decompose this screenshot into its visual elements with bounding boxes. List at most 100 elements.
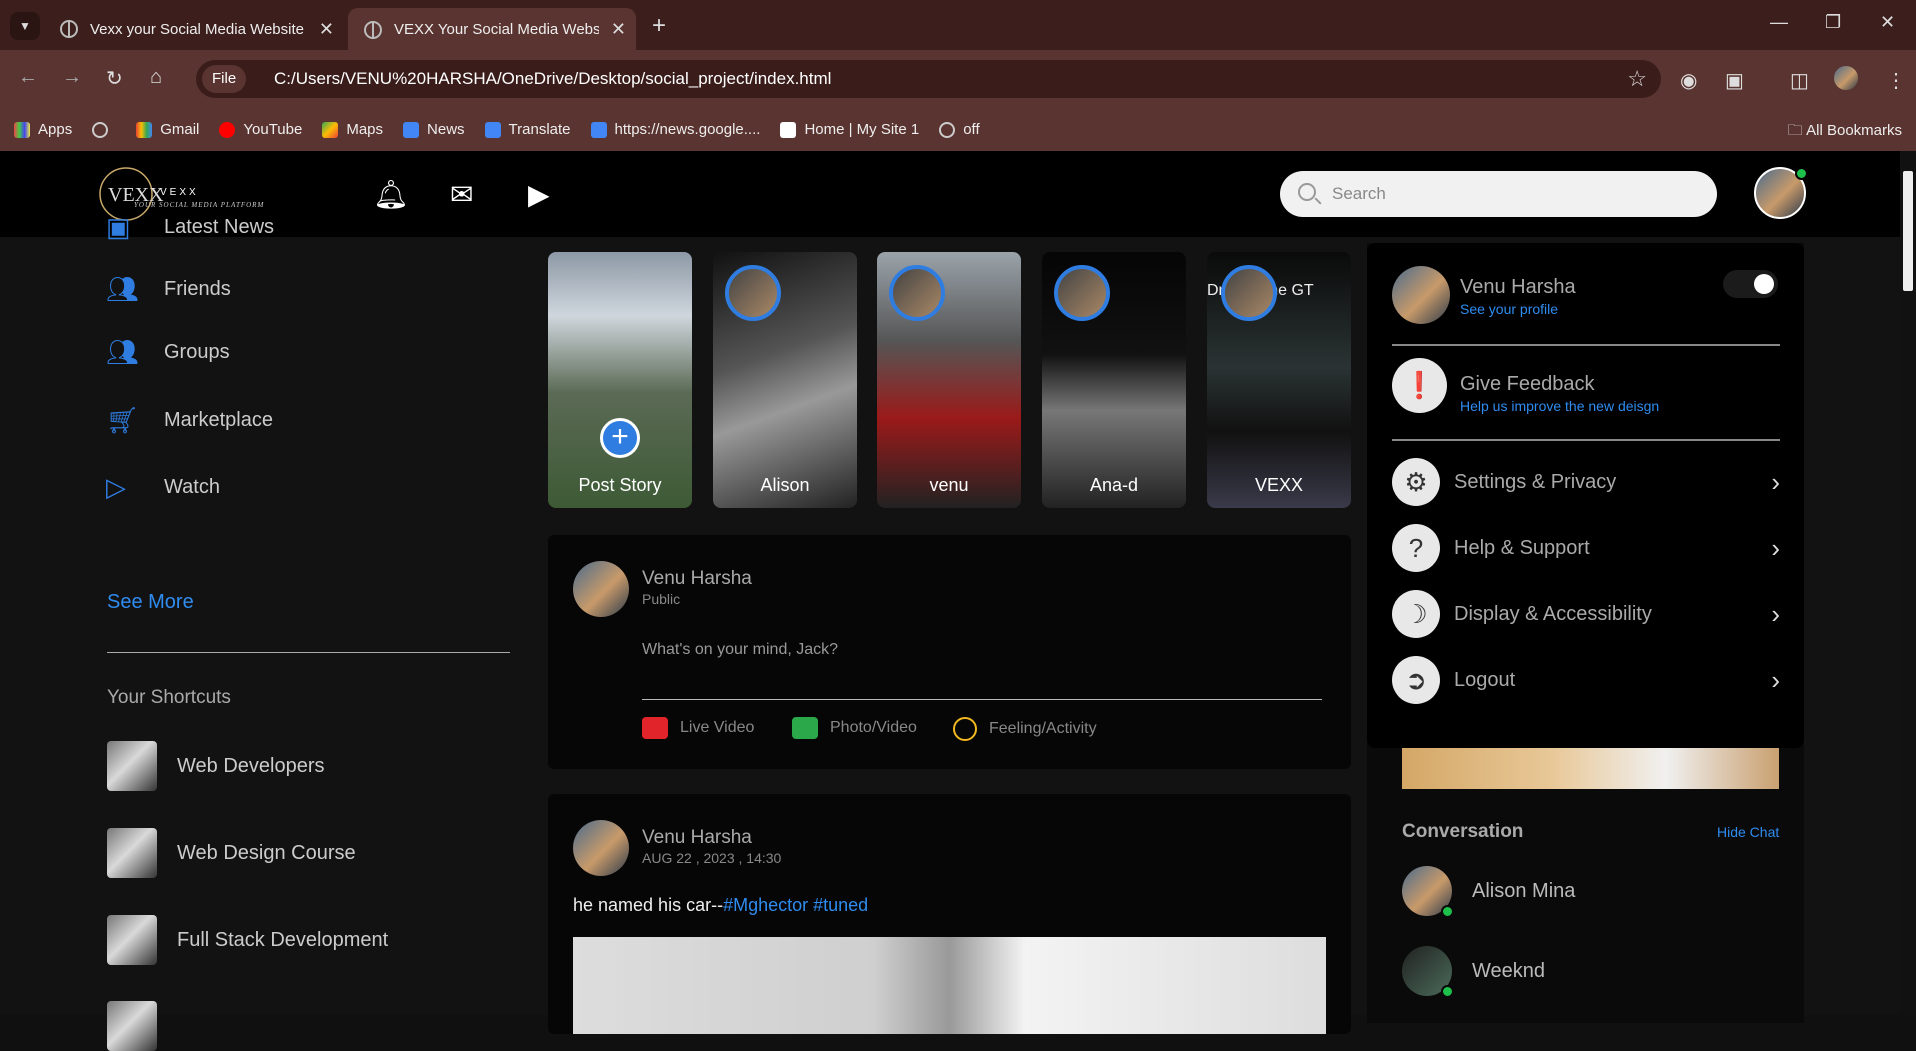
see-profile-link[interactable]: See your profile — [1460, 301, 1558, 317]
avatar[interactable] — [1392, 266, 1450, 324]
file-chip[interactable]: File — [202, 65, 247, 93]
news-icon: ▣ — [106, 212, 131, 242]
shortcut-thumbnail — [107, 1001, 157, 1051]
bookmark-google-news[interactable]: https://news.google.... — [590, 121, 760, 138]
story-alison[interactable]: Alison — [713, 252, 857, 508]
avatar[interactable] — [573, 561, 629, 617]
bookmark-translate[interactable]: Translate — [484, 121, 571, 138]
avatar — [1402, 946, 1454, 998]
profile-avatar[interactable] — [1754, 167, 1808, 219]
sidebar-item-marketplace[interactable]: 🛒︎ Marketplace — [106, 406, 273, 434]
side-panel-icon[interactable]: ◫ — [1790, 68, 1809, 93]
close-tab-icon[interactable]: ✕ — [319, 19, 334, 40]
story-venu[interactable]: venu — [877, 252, 1021, 508]
search-input[interactable]: Search — [1280, 171, 1717, 217]
post-image[interactable] — [573, 937, 1326, 1034]
globe-icon — [364, 20, 382, 39]
story-avatar — [1054, 265, 1110, 321]
close-window-button[interactable]: ✕ — [1880, 12, 1895, 33]
extensions-icon[interactable]: ▣ — [1725, 68, 1744, 93]
live-video-button[interactable]: Live Video — [642, 717, 754, 739]
watch-icon: ▷ — [106, 472, 126, 502]
search-icon — [1298, 183, 1316, 201]
sidebar-item-friends[interactable]: 👥︎ Friends — [106, 275, 231, 303]
forward-icon[interactable]: → — [62, 66, 82, 89]
story-post[interactable]: + Post Story — [548, 252, 692, 508]
photo-video-button[interactable]: Photo/Video — [792, 717, 917, 739]
notifications-bell-icon[interactable]: 🔔︎ — [373, 178, 409, 211]
display-accessibility-item[interactable]: ☽ Display & Accessibility › — [1392, 589, 1780, 639]
sidebar-item-groups[interactable]: 👥︎ Groups — [106, 338, 230, 366]
back-icon[interactable]: ← — [18, 66, 38, 89]
scrollbar-thumb[interactable] — [1903, 171, 1913, 291]
post-hashtags[interactable]: #Mghector #tuned — [723, 895, 868, 915]
logout-icon: ➲ — [1392, 656, 1440, 704]
sidebar-item-watch[interactable]: ▷ Watch — [106, 473, 220, 501]
settings-privacy-item[interactable]: ⚙ Settings & Privacy › — [1392, 457, 1780, 507]
home-icon[interactable]: ⌂ — [150, 66, 162, 89]
bookmark-maps[interactable]: Maps — [322, 121, 383, 138]
see-more-link[interactable]: See More — [107, 591, 194, 614]
online-indicator — [1441, 905, 1454, 918]
tab-search-button[interactable]: ▼ — [10, 12, 40, 40]
globe-icon — [92, 121, 109, 138]
bookmark-news[interactable]: News — [403, 121, 465, 138]
gmail-icon — [136, 121, 153, 138]
shortcut-web-design-course[interactable]: Web Design Course — [107, 828, 356, 878]
bookmark-globe[interactable] — [92, 121, 116, 138]
svg-text:VEXX: VEXX — [160, 187, 199, 198]
post-composer-input[interactable]: What's on your mind, Jack? — [642, 641, 838, 659]
url-text[interactable]: C:/Users/VENU%20HARSHA/OneDrive/Desktop/… — [274, 69, 831, 89]
post-user-name[interactable]: Venu Harsha — [642, 568, 752, 590]
shortcut-partial[interactable] — [107, 1001, 177, 1051]
new-tab-button[interactable]: + — [652, 12, 666, 40]
post-user-name[interactable]: Venu Harsha — [642, 827, 752, 849]
feeling-activity-button[interactable]: Feeling/Activity — [953, 717, 1097, 741]
shortcuts-title: Your Shortcuts — [107, 687, 231, 708]
close-tab-icon[interactable]: ✕ — [611, 19, 626, 40]
chevron-right-icon: › — [1771, 664, 1780, 695]
shortcut-thumbnail — [107, 915, 157, 965]
reload-icon[interactable]: ↻ — [106, 66, 123, 91]
dark-mode-toggle[interactable] — [1723, 270, 1778, 298]
bookmark-star-icon[interactable]: ☆ — [1627, 66, 1647, 92]
post-date: AUG 22 , 2023 , 14:30 — [642, 850, 782, 866]
menu-icon[interactable]: ⋮ — [1886, 68, 1906, 93]
address-bar[interactable]: File C:/Users/VENU%20HARSHA/OneDrive/Des… — [196, 60, 1661, 98]
all-bookmarks[interactable]: 🗀 All Bookmarks — [1788, 120, 1902, 145]
bookmark-apps[interactable]: Apps — [14, 121, 72, 138]
browser-tab-1[interactable]: Vexx your Social Media Website ✕ — [44, 8, 344, 50]
help-support-item[interactable]: ? Help & Support › — [1392, 523, 1780, 573]
browser-tab-2[interactable]: VEXX Your Social Media Website ✕ — [348, 8, 636, 51]
bookmark-youtube[interactable]: YouTube — [219, 121, 302, 138]
contact-alison-mina[interactable]: Alison Mina — [1402, 866, 1575, 918]
watch-video-icon[interactable]: ▶ — [528, 178, 550, 211]
profile-dropdown-menu: Venu Harsha See your profile ❗ Give Feed… — [1367, 243, 1804, 748]
hide-chat-link[interactable]: Hide Chat — [1717, 824, 1779, 840]
restore-button[interactable]: ❐ — [1825, 12, 1841, 33]
shortcut-full-stack-development[interactable]: Full Stack Development — [107, 915, 388, 965]
youtube-icon — [219, 121, 236, 138]
story-ana-d[interactable]: Ana-d — [1042, 252, 1186, 508]
page-scrollbar[interactable] — [1900, 151, 1916, 1015]
google-lens-icon[interactable]: ◉ — [1680, 68, 1697, 93]
shortcut-thumbnail — [107, 741, 157, 791]
bookmark-my-site[interactable]: Home | My Site 1 — [780, 121, 919, 138]
sidebar-item-latest-news[interactable]: ▣ Latest News — [106, 213, 274, 241]
minimize-button[interactable]: — — [1770, 12, 1788, 33]
contact-weeknd[interactable]: Weeknd — [1402, 946, 1545, 998]
conversation-title: Conversation — [1402, 821, 1524, 842]
add-story-icon[interactable]: + — [600, 418, 640, 458]
story-avatar — [889, 265, 945, 321]
messages-mail-icon[interactable]: ✉ — [450, 178, 473, 211]
tab-title: Vexx your Social Media Website — [90, 20, 304, 38]
bookmarks-bar: Apps Gmail YouTube Maps News Translate h… — [0, 108, 1916, 151]
shortcut-web-developers[interactable]: Web Developers — [107, 741, 324, 791]
avatar[interactable] — [573, 820, 629, 876]
logout-item[interactable]: ➲ Logout › — [1392, 655, 1780, 705]
bookmark-off[interactable]: off — [939, 121, 980, 138]
bookmark-gmail[interactable]: Gmail — [136, 121, 199, 138]
profile-avatar[interactable] — [1834, 66, 1858, 90]
story-vexx[interactable]: Dr Porsche GT VEXX — [1207, 252, 1351, 508]
feedback-subtitle: Help us improve the new deisgn — [1460, 398, 1660, 414]
